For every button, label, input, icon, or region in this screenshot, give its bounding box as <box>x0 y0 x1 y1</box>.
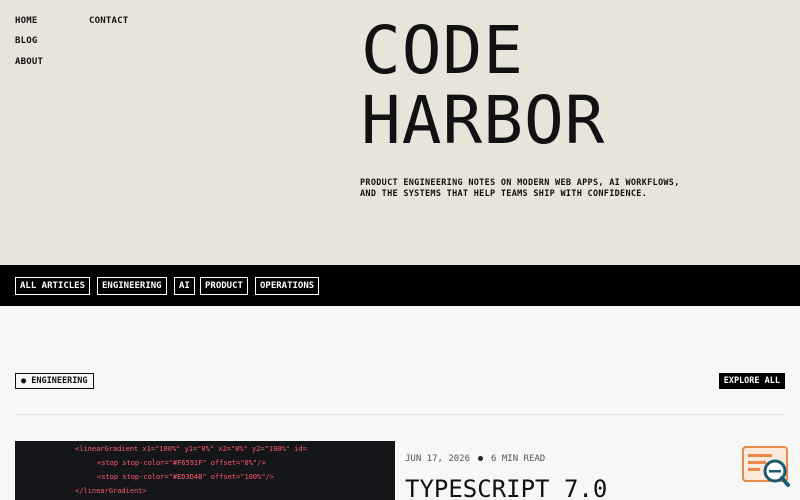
bullet-icon: ● <box>21 376 27 386</box>
thumb-code-line-3: <stop stop-color="#ED3D4B" offset="100%"… <box>97 473 275 481</box>
category-operations[interactable]: OPERATIONS <box>255 277 320 295</box>
category-product[interactable]: PRODUCT <box>200 277 248 295</box>
section-tag-label: ENGINEERING <box>31 376 88 386</box>
search-magnifier-icon[interactable] <box>742 446 790 488</box>
nav-about-link[interactable]: ABOUT <box>15 57 43 67</box>
thumb-code-line-4: </linearGradient> <box>75 487 147 495</box>
explore-all-button[interactable]: EXPLORE ALL <box>718 373 785 389</box>
thumb-code-line-2: <stop stop-color="#F6591F" offset="0%"/> <box>97 459 266 467</box>
article-date: JUN 17, 2026 <box>405 454 471 464</box>
category-ai[interactable]: AI <box>174 277 195 295</box>
category-engineering[interactable]: ENGINEERING <box>97 277 167 295</box>
article-meta: JUN 17, 2026 6 MIN READ <box>405 454 545 464</box>
dot-separator <box>478 456 484 461</box>
nav-contact-link[interactable]: CONTACT <box>89 16 128 26</box>
category-all-articles[interactable]: ALL ARTICLES <box>15 277 91 295</box>
article-title[interactable]: TYPESCRIPT 7.0 <box>405 474 607 500</box>
site-tagline: PRODUCT ENGINEERING NOTES ON MODERN WEB … <box>360 178 680 199</box>
site-title: CODE HARBOR <box>361 16 605 156</box>
section-tag: ● ENGINEERING <box>15 373 94 389</box>
nav-blog-link[interactable]: BLOG <box>15 36 37 46</box>
site-title-line1: CODE <box>361 12 524 89</box>
article-thumbnail[interactable]: <linearGradient x1="100%" y1="0%" x2="0%… <box>15 441 395 500</box>
nav-home-link[interactable]: HOME <box>15 16 37 26</box>
section-divider <box>15 414 785 415</box>
site-title-line2: HARBOR <box>361 82 606 159</box>
article-read-time: 6 MIN READ <box>491 454 546 464</box>
thumb-code-line-1: <linearGradient x1="100%" y1="0%" x2="0%… <box>75 445 307 453</box>
